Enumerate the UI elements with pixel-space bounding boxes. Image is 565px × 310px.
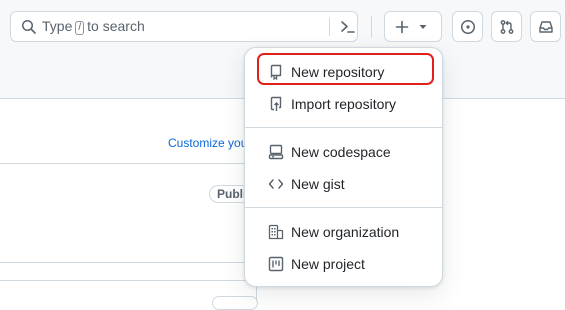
customize-link[interactable]: Customize your — [168, 136, 251, 150]
triangle-down-icon — [418, 22, 428, 32]
inbox-button[interactable] — [530, 11, 561, 42]
content-divider — [0, 163, 255, 164]
menu-item-new-project[interactable]: New project — [253, 248, 434, 280]
menu-item-label: New repository — [291, 64, 385, 80]
menu-item-label: New gist — [291, 176, 345, 192]
git-pull-request-icon — [499, 19, 515, 35]
command-palette-icon[interactable] — [339, 18, 357, 36]
project-icon — [268, 256, 284, 272]
issues-button[interactable] — [452, 11, 483, 42]
issue-opened-icon — [460, 19, 476, 35]
create-new-button[interactable] — [384, 11, 442, 42]
organization-icon — [268, 224, 284, 240]
search-placeholder: Type / to search — [42, 18, 145, 35]
create-new-menu: New repository Import repository New cod… — [244, 47, 443, 287]
repo-push-icon — [268, 96, 284, 112]
menu-item-label: New project — [291, 256, 365, 272]
header-divider — [371, 16, 372, 38]
menu-item-label: Import repository — [291, 96, 397, 112]
content-divider — [0, 280, 255, 281]
menu-item-label: New organization — [291, 224, 400, 240]
menu-item-import-repository[interactable]: Import repository — [253, 88, 434, 120]
code-icon — [268, 176, 284, 192]
search-divider — [329, 18, 330, 36]
menu-divider — [245, 207, 442, 208]
menu-item-new-codespace[interactable]: New codespace — [253, 136, 434, 168]
menu-item-new-repository[interactable]: New repository — [253, 56, 434, 88]
visibility-badge — [212, 296, 258, 310]
menu-item-new-organization[interactable]: New organization — [253, 216, 434, 248]
slash-key-hint: / — [75, 21, 85, 35]
menu-item-new-gist[interactable]: New gist — [253, 168, 434, 200]
codespaces-icon — [268, 144, 284, 160]
search-icon — [21, 19, 37, 35]
menu-item-label: New codespace — [291, 144, 391, 160]
search-input[interactable]: Type / to search — [10, 11, 358, 42]
pull-requests-button[interactable] — [491, 11, 522, 42]
menu-divider — [245, 127, 442, 128]
content-divider — [0, 262, 255, 263]
repo-icon — [268, 64, 284, 80]
inbox-icon — [538, 19, 554, 35]
plus-icon — [394, 19, 410, 35]
